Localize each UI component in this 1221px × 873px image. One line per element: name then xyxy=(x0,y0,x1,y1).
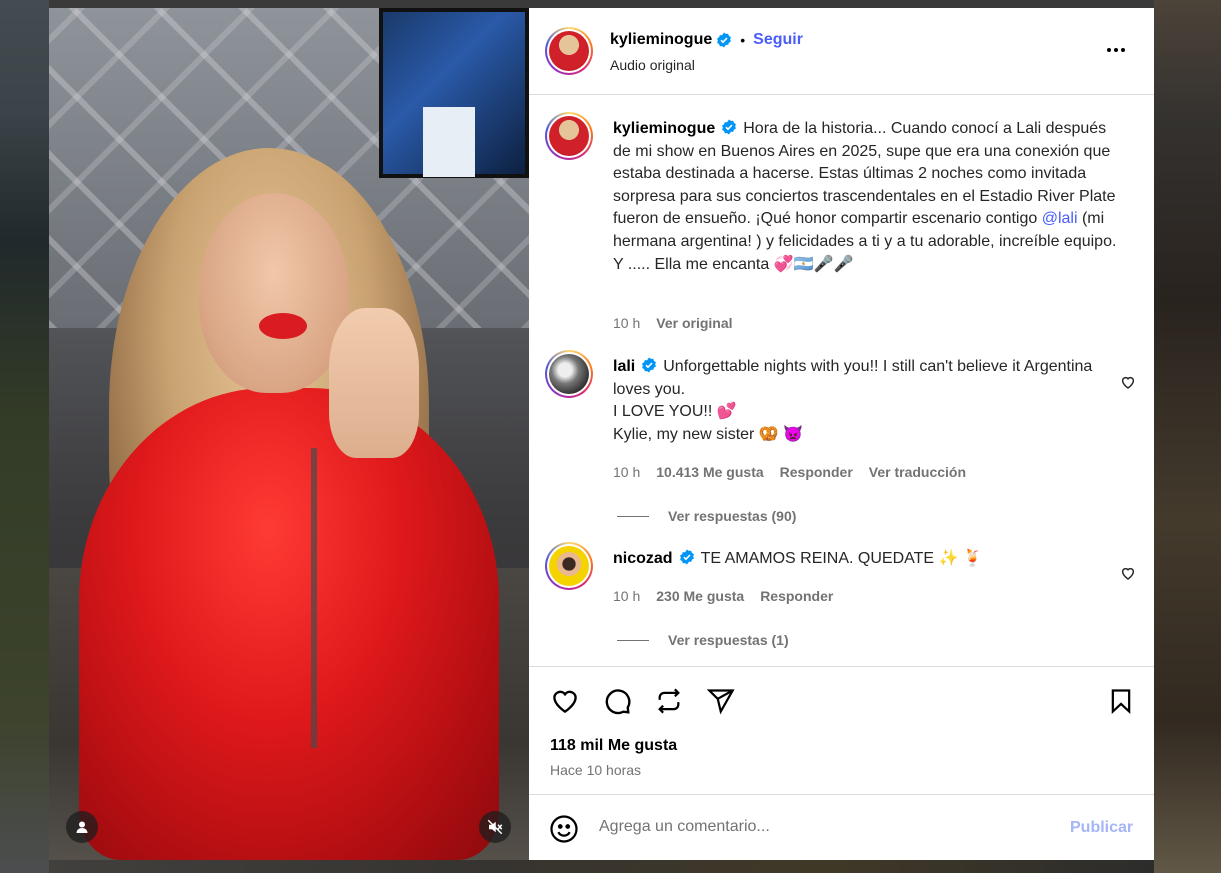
toggle-audio-button[interactable] xyxy=(479,811,511,843)
send-icon xyxy=(707,689,735,715)
caption-text: kylieminogue Hora de la historia... Cuand… xyxy=(613,118,1123,276)
comment-line-3: Kylie, my new sister 🥨 👿 xyxy=(613,425,804,443)
comment-time[interactable]: 10 h xyxy=(613,588,640,604)
publish-button[interactable]: Publicar xyxy=(1070,819,1133,837)
comment-text: nicozad TE AMAMOS REINA. QUEDATE ✨ 🍹 xyxy=(613,548,1123,571)
backdrop-right xyxy=(1154,0,1221,873)
person-red-jacket xyxy=(79,388,499,860)
reply-button[interactable]: Responder xyxy=(760,588,833,604)
comment-icon xyxy=(605,689,631,715)
verified-badge-icon xyxy=(679,549,694,565)
comment-time[interactable]: 10 h xyxy=(613,464,640,480)
comment-meta: 10 h 10.413 Me gusta Responder Ver tradu… xyxy=(613,464,966,480)
tagged-users-button[interactable] xyxy=(66,811,98,843)
author-avatar[interactable] xyxy=(545,27,593,75)
commenter-username[interactable]: nicozad xyxy=(613,550,673,567)
comments-list: kylieminogue Hora de la historia... Cuand… xyxy=(529,96,1154,666)
share-button[interactable] xyxy=(705,685,737,717)
user-icon xyxy=(76,821,88,833)
follow-button[interactable]: Seguir xyxy=(753,31,803,49)
commenter-avatar[interactable] xyxy=(545,350,593,398)
caption-author-avatar[interactable] xyxy=(545,112,593,160)
repost-icon xyxy=(658,688,680,714)
like-comment-heart-icon[interactable] xyxy=(1120,565,1136,581)
muted-audio-icon xyxy=(487,819,503,835)
like-comment-heart-icon[interactable] xyxy=(1120,374,1136,390)
backdrop-left xyxy=(0,0,49,873)
caption-meta: 10 h Ver original xyxy=(613,315,733,331)
person-hand xyxy=(329,308,419,458)
backdrop-bottom xyxy=(49,860,1154,873)
repost-button[interactable] xyxy=(653,685,685,717)
view-replies-button[interactable]: Ver respuestas (90) xyxy=(617,508,796,524)
comment-likes[interactable]: 10.413 Me gusta xyxy=(656,464,763,480)
heart-icon xyxy=(553,690,577,714)
comment-button[interactable] xyxy=(601,685,633,717)
author-username[interactable]: kylieminogue xyxy=(610,31,712,49)
like-button[interactable] xyxy=(549,685,581,717)
see-original-button[interactable]: Ver original xyxy=(656,315,732,331)
caption-author-username[interactable]: kylieminogue xyxy=(613,120,715,137)
post-media-video[interactable] xyxy=(49,8,529,860)
bookmark-icon xyxy=(1111,689,1131,715)
emoji-picker-button[interactable] xyxy=(549,814,579,849)
emoji-icon xyxy=(550,815,578,843)
comment-text: lali Unforgettable nights with you!! I st… xyxy=(613,356,1123,446)
post-likes-count[interactable]: 118 mil Me gusta xyxy=(550,737,677,755)
save-button[interactable] xyxy=(1105,685,1137,717)
verified-badge-icon xyxy=(717,32,732,48)
comment-likes[interactable]: 230 Me gusta xyxy=(656,588,744,604)
commenter-avatar[interactable] xyxy=(545,542,593,590)
post-header: kylieminogue • Seguir Audio original xyxy=(529,8,1154,95)
stage-monitor xyxy=(379,8,529,178)
comment-composer: Publicar xyxy=(529,794,1154,860)
caption-time[interactable]: 10 h xyxy=(613,315,640,331)
view-replies-label: Ver respuestas (90) xyxy=(668,508,797,524)
comment-line-1: Unforgettable nights with you!! I still … xyxy=(613,358,1093,398)
post-timestamp[interactable]: Hace 10 horas xyxy=(550,762,641,778)
comment-body: TE AMAMOS REINA. QUEDATE ✨ 🍹 xyxy=(700,550,983,567)
commenter-username[interactable]: lali xyxy=(613,358,635,375)
person-lips xyxy=(259,313,307,339)
jacket-zipper xyxy=(311,448,317,748)
view-replies-label: Ver respuestas (1) xyxy=(668,632,789,648)
view-replies-button[interactable]: Ver respuestas (1) xyxy=(617,632,789,648)
translate-button[interactable]: Ver traducción xyxy=(869,464,966,480)
person-face xyxy=(199,193,349,393)
mention-link[interactable]: @lali xyxy=(1042,210,1078,227)
comment-meta: 10 h 230 Me gusta Responder xyxy=(613,588,833,604)
audio-label[interactable]: Audio original xyxy=(610,57,695,73)
verified-badge-icon xyxy=(642,357,657,373)
more-options-icon[interactable] xyxy=(1107,48,1125,52)
reply-button[interactable]: Responder xyxy=(780,464,853,480)
verified-badge-icon xyxy=(722,119,737,135)
comment-line-2: I LOVE YOU!! 💕 xyxy=(613,403,737,421)
separator-dot: • xyxy=(740,32,746,48)
post-actions: 118 mil Me gusta Hace 10 horas xyxy=(529,666,1154,794)
comment-input[interactable] xyxy=(599,815,1039,839)
post-details-panel: kylieminogue • Seguir Audio original kyl… xyxy=(529,8,1154,860)
